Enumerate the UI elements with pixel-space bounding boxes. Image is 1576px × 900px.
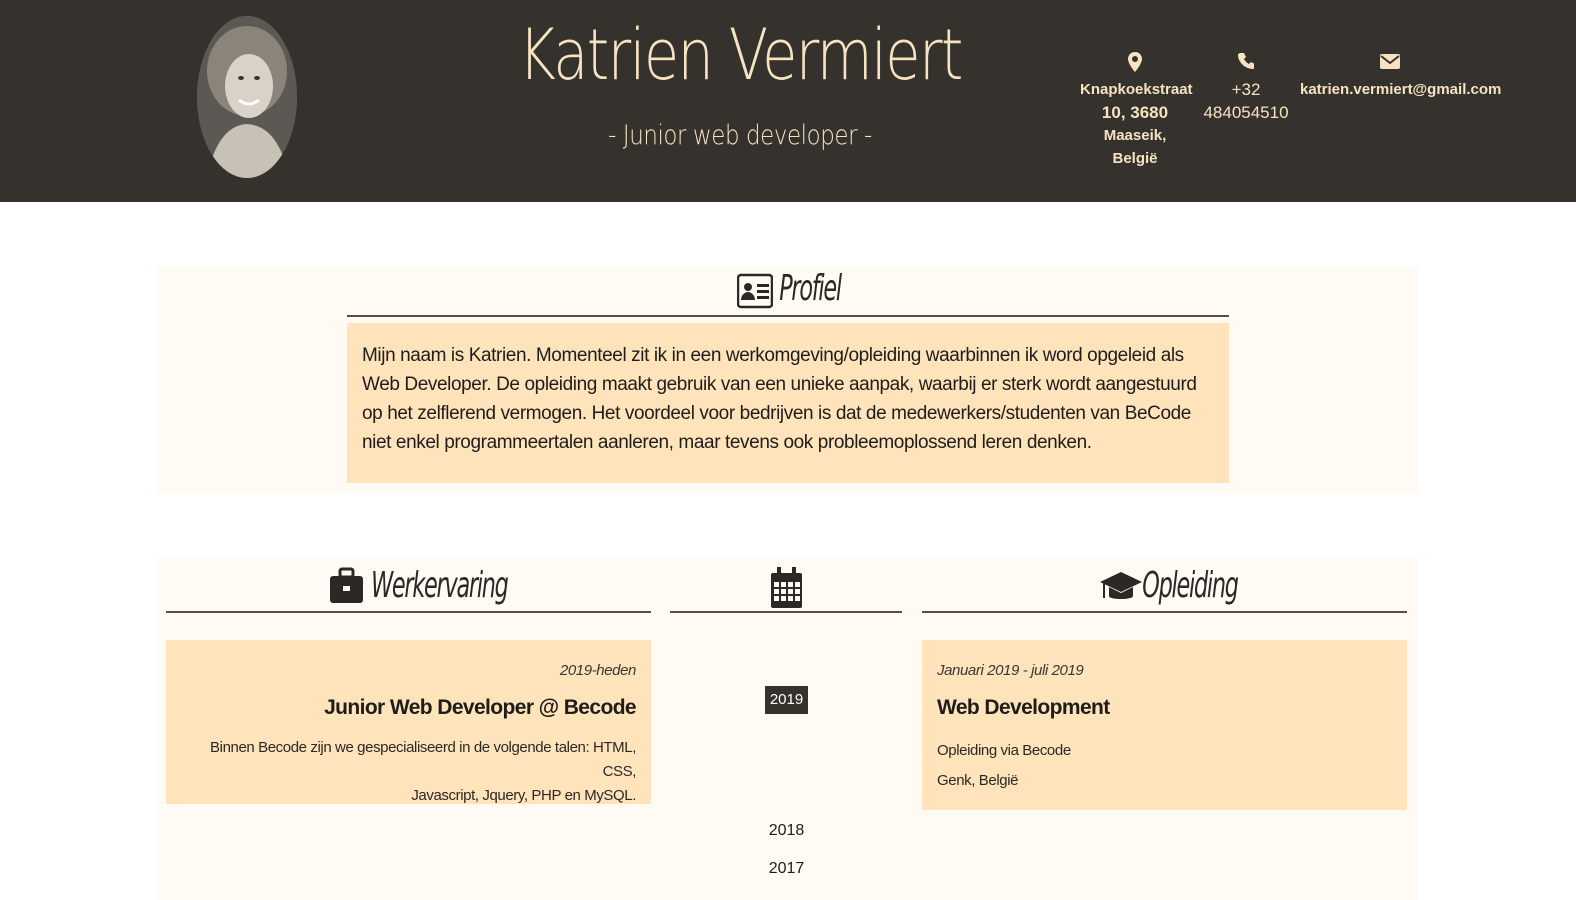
profile-photo-icon bbox=[197, 16, 297, 178]
page-subtitle: - Junior web developer - bbox=[608, 120, 872, 151]
page-title: Katrien Vermiert bbox=[518, 14, 963, 96]
werkervaring-divider bbox=[166, 611, 651, 613]
work-description: Binnen Becode zijn we gespecialiseerd in… bbox=[176, 736, 636, 808]
education-date: Januari 2019 - juli 2019 bbox=[937, 662, 1084, 679]
contact-phone[interactable]: +32 484054510 bbox=[1198, 52, 1294, 124]
address-line-2: 10, 3680 bbox=[1101, 103, 1169, 122]
address-line-3: Maaseik, België bbox=[1103, 127, 1167, 167]
header: Katrien Vermiert - Junior web developer … bbox=[0, 0, 1576, 202]
id-card-icon bbox=[736, 272, 774, 315]
envelope-icon bbox=[1300, 52, 1480, 74]
graduation-cap-icon bbox=[1100, 570, 1142, 611]
opleiding-divider bbox=[922, 611, 1407, 613]
timeline-divider bbox=[670, 611, 902, 613]
briefcase-icon bbox=[330, 567, 363, 610]
timeline-year-active[interactable]: 2019 bbox=[765, 686, 808, 714]
contact-address: Knapkoekstraat 10, 3680 Maaseik, België bbox=[1080, 52, 1193, 170]
phone-line-1: +32 bbox=[1231, 80, 1261, 99]
work-date: 2019-heden bbox=[559, 662, 636, 679]
calendar-icon bbox=[771, 567, 802, 614]
profiel-divider bbox=[347, 315, 1229, 317]
map-marker-icon bbox=[1080, 52, 1190, 74]
education-card: Januari 2019 - juli 2019 Web Development… bbox=[922, 640, 1407, 810]
profiel-text: Mijn naam is Katrien. Momenteel zit ik i… bbox=[347, 323, 1229, 483]
phone-icon bbox=[1198, 52, 1294, 74]
timeline-year[interactable]: 2017 bbox=[760, 860, 813, 878]
email-address[interactable]: katrien.vermiert@gmail.com bbox=[1300, 78, 1501, 101]
education-line-1: Opleiding via Becode bbox=[937, 742, 1071, 759]
address-line-1: Knapkoekstraat bbox=[1080, 81, 1193, 98]
opleiding-title: Opleiding bbox=[1142, 565, 1239, 606]
education-description: Opleiding via Becode Genk, België bbox=[937, 736, 1071, 796]
work-description-line-2: Javascript, Jquery, PHP en MySQL. bbox=[411, 787, 636, 804]
work-description-line-1: Binnen Becode zijn we gespecialiseerd in… bbox=[210, 739, 636, 780]
timeline-year[interactable]: 2018 bbox=[760, 822, 813, 840]
education-title: Web Development bbox=[937, 696, 1110, 719]
work-role: Junior Web Developer @ Becode bbox=[324, 696, 637, 719]
education-line-2: Genk, België bbox=[937, 772, 1019, 789]
phone-line-2: 484054510 bbox=[1203, 103, 1289, 122]
profiel-title: Profiel bbox=[779, 268, 842, 309]
profile-photo bbox=[197, 16, 297, 178]
work-experience-card: 2019-heden Junior Web Developer @ Becode… bbox=[166, 640, 651, 804]
werkervaring-title: Werkervaring bbox=[371, 565, 509, 606]
contact-email[interactable]: katrien.vermiert@gmail.com bbox=[1300, 52, 1501, 101]
